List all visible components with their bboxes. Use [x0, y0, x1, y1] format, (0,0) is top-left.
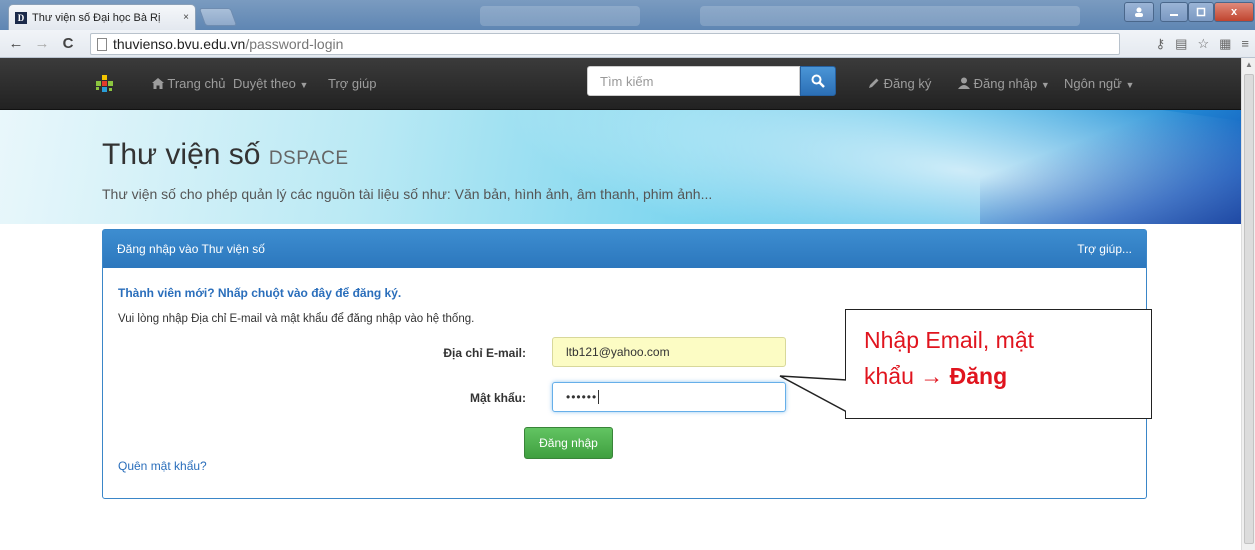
nav-register[interactable]: Đăng ký	[868, 76, 931, 91]
nav-language-label: Ngôn ngữ	[1064, 76, 1122, 91]
dspace-favicon-icon: D	[15, 11, 27, 24]
browser-tabstrip: D Thư viện số Đại học Bà Rị × x	[0, 0, 1255, 30]
page-title-text: Thư viện số	[102, 138, 261, 171]
browser-toolbar: ← → C thuvienso.bvu.edu.vn /password-log…	[0, 30, 1255, 58]
register-link[interactable]: Thành viên mới? Nhấp chuột vào đây để đă…	[118, 286, 401, 300]
instruction-callout: Nhập Email, mật khẩu → Đăng	[845, 309, 1152, 419]
forward-arrow-icon[interactable]: →	[32, 35, 52, 52]
callout-line-2-bold: Đăng	[949, 363, 1008, 389]
nav-home-label: Trang chủ	[167, 76, 226, 91]
callout-line-2: khẩu → Đăng	[864, 358, 1151, 394]
nav-register-label: Đăng ký	[883, 76, 932, 91]
tab-close-icon[interactable]: ×	[183, 12, 189, 23]
background-window-tab	[700, 6, 1080, 26]
url-path: /password-login	[245, 36, 344, 52]
nav-login-dropdown[interactable]: Đăng nhập ▼	[958, 76, 1050, 91]
tab-title: Thư viện số Đại học Bà Rị	[32, 11, 161, 24]
browser-tab-active[interactable]: D Thư viện số Đại học Bà Rị ×	[8, 4, 196, 30]
caret-down-icon: ▼	[299, 80, 309, 90]
callout-pointer	[779, 375, 850, 414]
back-arrow-icon[interactable]: ←	[6, 35, 26, 52]
key-icon[interactable]: ⚷	[1156, 36, 1166, 52]
login-instructions: Vui lòng nhập Địa chỉ E-mail và mật khẩu…	[118, 313, 475, 325]
new-tab-button[interactable]	[198, 8, 238, 26]
site-navbar: Trang chủ Duyệt theo ▼ Trợ giúp Tìm kiếm…	[0, 58, 1241, 110]
password-value: ••••••	[566, 390, 598, 404]
address-bar[interactable]: thuvienso.bvu.edu.vn /password-login	[90, 33, 1120, 55]
text-caret	[598, 390, 600, 404]
window-minimize-icon[interactable]	[1160, 2, 1188, 22]
scroll-up-icon[interactable]: ▲	[1242, 58, 1255, 72]
nav-home[interactable]: Trang chủ	[152, 76, 225, 91]
jumbotron-banner: Thư viện số DSPACE Thư viện số cho phép …	[0, 110, 1241, 224]
nav-help[interactable]: Trợ giúp	[328, 76, 377, 91]
password-label: Mật khẩu:	[469, 391, 526, 405]
url-host: thuvienso.bvu.edu.vn	[113, 36, 246, 52]
login-panel-header: Đăng nhập vào Thư viện số Trợ giúp...	[103, 230, 1146, 268]
page-scrollbar[interactable]: ▲	[1241, 58, 1255, 550]
caret-down-icon: ▼	[1040, 80, 1050, 90]
translate-icon[interactable]: ▤	[1175, 36, 1187, 52]
login-panel-title: Đăng nhập vào Thư viện số	[117, 242, 265, 256]
scrollbar-thumb[interactable]	[1244, 74, 1254, 544]
page-title: Thư viện số DSPACE	[102, 138, 349, 172]
caret-down-icon: ▼	[1125, 80, 1135, 90]
window-user-icon[interactable]	[1124, 2, 1154, 22]
forgot-password-link[interactable]: Quên mật khẩu?	[118, 459, 207, 473]
pencil-icon	[869, 78, 879, 88]
help-link[interactable]: Trợ giúp...	[1077, 242, 1132, 256]
callout-line-2-prefix: khẩu	[864, 363, 921, 389]
email-value: ltb121@yahoo.com	[566, 345, 670, 359]
search-input[interactable]: Tìm kiếm	[587, 66, 800, 96]
search-button[interactable]	[800, 66, 836, 96]
window-close-button[interactable]: x	[1214, 2, 1254, 22]
search-placeholder: Tìm kiếm	[600, 73, 654, 89]
user-icon	[958, 77, 970, 89]
toolbar-extensions: ⚷ ▤ ☆ ▦ ≡	[1156, 36, 1249, 52]
nav-language-dropdown[interactable]: Ngôn ngữ ▼	[1064, 76, 1134, 91]
dspace-logo-icon[interactable]	[96, 75, 114, 93]
callout-line-1: Nhập Email, mật	[864, 327, 1035, 353]
nav-login-label: Đăng nhập	[973, 76, 1038, 91]
bookmark-star-icon[interactable]: ☆	[1197, 36, 1209, 52]
menu-icon[interactable]: ≡	[1241, 36, 1249, 52]
nav-browse-dropdown[interactable]: Duyệt theo ▼	[233, 76, 308, 91]
window-maximize-icon[interactable]	[1188, 2, 1214, 22]
search-icon	[811, 74, 825, 88]
nav-browse-label: Duyệt theo	[233, 76, 296, 91]
login-button[interactable]: Đăng nhập	[524, 427, 613, 459]
background-window-tab	[480, 6, 640, 26]
reload-icon[interactable]: C	[58, 35, 78, 52]
callout-arrow: →	[920, 363, 944, 389]
password-field[interactable]: ••••••	[552, 382, 786, 412]
email-label: Địa chỉ E-mail:	[443, 346, 526, 360]
page-icon	[97, 37, 107, 51]
email-field[interactable]: ltb121@yahoo.com	[552, 337, 786, 367]
home-icon	[152, 78, 164, 89]
calendar-icon[interactable]: ▦	[1219, 36, 1231, 52]
page-subtitle: Thư viện số cho phép quản lý các nguồn t…	[102, 186, 713, 202]
page-title-suffix: DSPACE	[268, 148, 349, 169]
